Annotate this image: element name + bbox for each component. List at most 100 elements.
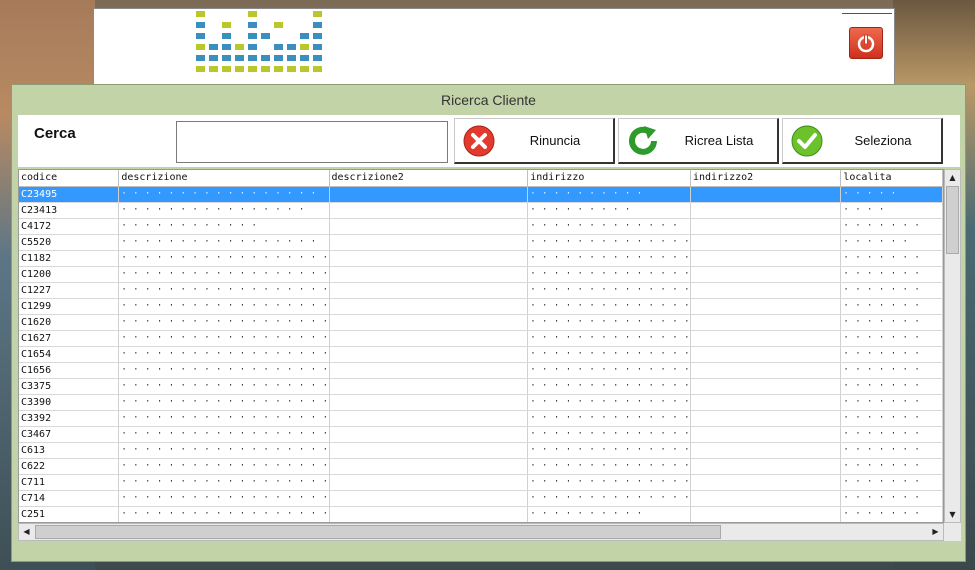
cell-codice: C1620 [19,314,120,331]
logo-block [313,66,322,72]
table-row[interactable]: C711 · · · · · · · · · · · · · · · · · · ·… [19,474,943,491]
cell-indirizzo2 [690,474,842,491]
cell-indirizzo: · · · · · · · · · · · · · · [527,266,691,283]
logo-block [300,33,309,39]
logo-block [248,11,257,17]
cell-indirizzo: · · · · · · · · · · · · · · [527,490,691,507]
cell-descrizione: · · · · · · · · · · · · · · · · · · [118,394,330,411]
logo-block [235,44,244,50]
cell-indirizzo: · · · · · · · · · · · · · · [527,282,691,299]
column-header-localita[interactable]: localita [840,170,943,187]
table-row[interactable]: C1299 · · · · · · · · · · · · · · · · · ·… [19,298,943,315]
logo-block [274,44,283,50]
clienti-grid[interactable]: codice descrizione descrizione2 indirizz… [18,169,944,523]
table-row[interactable]: C23413 · · · · · · · · · · · · · · · · · ·… [19,202,943,219]
table-row[interactable]: C3467 · · · · · · · · · · · · · · · · · ·… [19,426,943,443]
table-row[interactable]: C3375 · · · · · · · · · · · · · · · · · ·… [19,378,943,395]
scroll-up-arrow-icon[interactable]: ▲ [945,170,960,185]
logo-block [261,55,270,61]
cell-indirizzo2 [690,234,842,251]
cell-indirizzo2 [690,410,842,427]
cell-codice: C1200 [19,266,120,283]
logo-block [313,22,322,28]
cell-codice: C3467 [19,426,120,443]
cell-descrizione2 [329,474,529,491]
cell-descrizione: · · · · · · · · · · · · · · · · · · [118,266,330,283]
ricrea-lista-button[interactable]: Ricrea Lista [618,118,779,164]
cell-indirizzo2 [690,490,842,507]
table-row[interactable]: C1627 · · · · · · · · · · · · · · · · · ·… [19,330,943,347]
company-logo [196,11,322,72]
table-row[interactable]: C251 · · · · · · · · · · · · · · · · · · ·… [19,506,943,522]
logo-block [287,44,296,50]
cell-indirizzo: · · · · · · · · · · · · · · [527,378,691,395]
cell-indirizzo: · · · · · · · · · · · · · · [527,346,691,363]
table-row[interactable]: C3392 · · · · · · · · · · · · · · · · · ·… [19,410,943,427]
table-row[interactable]: C714 · · · · · · · · · · · · · · · · · · ·… [19,490,943,507]
vertical-scroll-thumb[interactable] [946,186,959,254]
cell-localita: · · · · · · · [840,442,943,459]
table-row[interactable]: C1182 · · · · · · · · · · · · · · · · · ·… [19,250,943,267]
table-row[interactable]: C1654 · · · · · · · · · · · · · · · · · ·… [19,346,943,363]
cell-indirizzo2 [690,314,842,331]
logo-block [300,66,309,72]
table-row[interactable]: C23495 · · · · · · · · · · · · · · · · · ·… [19,186,943,203]
table-row[interactable]: C1656 · · · · · · · · · · · · · · · · · ·… [19,362,943,379]
horizontal-scroll-thumb[interactable] [35,525,721,539]
column-header-indirizzo[interactable]: indirizzo [527,170,691,187]
cell-localita: · · · · · · · [840,394,943,411]
logo-block [196,66,205,72]
column-header-descrizione[interactable]: descrizione [118,170,330,187]
column-header-indirizzo2[interactable]: indirizzo2 [690,170,842,187]
table-row[interactable]: C5520 · · · · · · · · · · · · · · · · · · … [19,234,943,251]
ricrea-lista-label: Ricrea Lista [684,133,754,148]
table-row[interactable]: C4172 · · · · · · · · · · · · · · · · · · … [19,218,943,235]
cell-indirizzo2 [690,506,842,522]
logo-block [248,55,257,61]
vertical-scrollbar[interactable]: ▲ ▼ [944,169,961,523]
cell-descrizione2 [329,234,529,251]
logo-block [248,22,257,28]
table-row[interactable]: C1200 · · · · · · · · · · · · · · · · · ·… [19,266,943,283]
scroll-right-arrow-icon[interactable]: ▶ [928,524,943,540]
power-button[interactable] [849,27,883,59]
cell-codice: C711 [19,474,120,491]
scrollbar-corner [944,523,961,541]
cell-descrizione2 [329,346,529,363]
horizontal-scrollbar[interactable]: ◀ ▶ [18,523,944,541]
table-row[interactable]: C1227 · · · · · · · · · · · · · · · · · ·… [19,282,943,299]
table-row[interactable]: C622 · · · · · · · · · · · · · · · · · · ·… [19,458,943,475]
logo-block [235,55,244,61]
seleziona-button[interactable]: Seleziona [782,118,943,164]
logo-block [313,55,322,61]
cell-descrizione: · · · · · · · · · · · · · · · · · · [118,330,330,347]
column-header-codice[interactable]: codice [19,170,120,187]
cell-indirizzo2 [690,330,842,347]
cell-descrizione2 [329,186,529,203]
cell-localita: · · · · · [840,186,943,203]
logo-block [222,22,231,28]
search-toolbar: Cerca Rinuncia Ricrea Lista Seleziona [18,115,960,167]
cell-indirizzo: · · · · · · · · · · · · · · [527,426,691,443]
cell-codice: C3390 [19,394,120,411]
logo-block [274,55,283,61]
cell-descrizione2 [329,250,529,267]
cell-descrizione: · · · · · · · · · · · · · · · · · · [118,378,330,395]
checkmark-icon [789,123,825,159]
cell-indirizzo2 [690,202,842,219]
scroll-left-arrow-icon[interactable]: ◀ [19,524,34,540]
search-input[interactable] [176,121,448,163]
scroll-down-arrow-icon[interactable]: ▼ [945,507,960,522]
cell-descrizione2 [329,218,529,235]
logo-block [248,66,257,72]
cell-descrizione: · · · · · · · · · · · · · · · · · · [118,474,330,491]
table-row[interactable]: C613 · · · · · · · · · · · · · · · · · · ·… [19,442,943,459]
rinuncia-button[interactable]: Rinuncia [454,118,615,164]
cell-indirizzo: · · · · · · · · · · · · · · [527,362,691,379]
table-row[interactable]: C1620 · · · · · · · · · · · · · · · · · ·… [19,314,943,331]
column-header-descrizione2[interactable]: descrizione2 [329,170,529,187]
cell-codice: C714 [19,490,120,507]
table-row[interactable]: C3390 · · · · · · · · · · · · · · · · · ·… [19,394,943,411]
cell-localita: · · · · · · · [840,218,943,235]
cell-codice: C23495 [19,186,120,203]
